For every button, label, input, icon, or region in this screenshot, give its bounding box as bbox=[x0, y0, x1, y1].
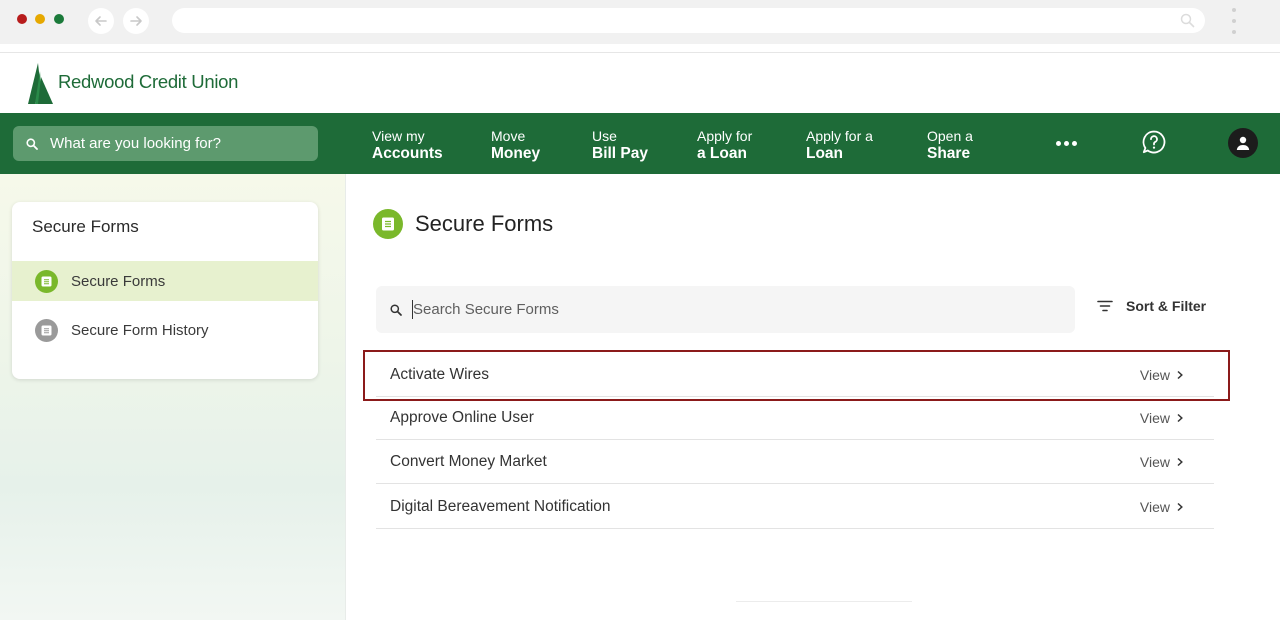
view-link[interactable]: View bbox=[1140, 367, 1184, 383]
nav-label-line2: Share bbox=[927, 145, 971, 162]
sidebar-item-secure-forms[interactable]: Secure Forms bbox=[12, 261, 318, 301]
global-search-input[interactable]: What are you looking for? bbox=[13, 126, 318, 161]
document-icon bbox=[35, 269, 58, 293]
main-navigation: What are you looking for? View my Accoun… bbox=[0, 113, 1280, 174]
global-search-placeholder: What are you looking for? bbox=[50, 135, 221, 152]
browser-menu-icon[interactable] bbox=[1230, 8, 1238, 34]
form-name: Digital Bereavement Notification bbox=[390, 497, 611, 515]
view-label: View bbox=[1139, 498, 1170, 515]
minimize-window-dot[interactable] bbox=[35, 14, 45, 24]
profile-icon[interactable] bbox=[1228, 128, 1258, 158]
nav-label-line2: a Loan bbox=[697, 145, 747, 162]
address-bar[interactable] bbox=[172, 8, 1205, 33]
nav-label-line1: View my bbox=[372, 128, 425, 144]
forward-arrow-icon[interactable] bbox=[123, 8, 149, 34]
nav-label-line2: Accounts bbox=[372, 145, 443, 162]
search-icon[interactable] bbox=[1180, 13, 1195, 28]
chevron-right-icon bbox=[1177, 457, 1183, 466]
sidebar-item-label: Secure Form History bbox=[71, 321, 209, 339]
secure-forms-search[interactable] bbox=[376, 286, 1075, 333]
user-silhouette-icon bbox=[1236, 136, 1250, 150]
form-row-digital-bereavement[interactable]: Digital Bereavement Notification View bbox=[376, 485, 1214, 529]
nav-label-line1: Apply for bbox=[697, 128, 753, 144]
form-row-activate-wires[interactable]: Activate Wires View bbox=[376, 353, 1214, 397]
view-link[interactable]: View bbox=[1140, 499, 1184, 515]
nav-label-line1: Open a bbox=[927, 128, 973, 144]
divider bbox=[0, 52, 1280, 53]
chevron-right-icon bbox=[1177, 413, 1183, 422]
more-dots-icon[interactable] bbox=[1056, 141, 1077, 146]
sidebar-item-secure-form-history[interactable]: Secure Form History bbox=[12, 310, 318, 350]
nav-apply-loan[interactable]: Apply for a Loan bbox=[697, 128, 752, 162]
help-chat-icon[interactable] bbox=[1141, 129, 1167, 155]
form-row-convert-money-market[interactable]: Convert Money Market View bbox=[376, 440, 1214, 484]
maximize-window-dot[interactable] bbox=[54, 14, 64, 24]
sort-filter-label: Sort & Filter bbox=[1126, 298, 1207, 314]
form-name: Approve Online User bbox=[390, 408, 534, 426]
form-name: Convert Money Market bbox=[390, 452, 547, 470]
search-icon bbox=[26, 137, 38, 150]
nav-view-accounts[interactable]: View my Accounts bbox=[372, 128, 443, 162]
document-icon bbox=[35, 318, 58, 342]
filter-lines-icon bbox=[1097, 300, 1113, 312]
view-label: View bbox=[1139, 453, 1170, 470]
search-input[interactable] bbox=[413, 301, 1013, 318]
search-icon bbox=[390, 303, 402, 316]
page-title: Secure Forms bbox=[415, 211, 554, 236]
sidebar-item-label: Secure Forms bbox=[71, 272, 166, 290]
chevron-right-icon bbox=[1177, 502, 1183, 511]
nav-label-line1: Move bbox=[491, 128, 526, 144]
brand-name: Redwood Credit Union bbox=[58, 71, 239, 92]
nav-apply-for-a-loan[interactable]: Apply for a Loan bbox=[806, 128, 873, 162]
nav-label-line1: Use bbox=[592, 128, 617, 144]
sort-filter-button[interactable]: Sort & Filter bbox=[1097, 298, 1206, 314]
nav-bill-pay[interactable]: Use Bill Pay bbox=[592, 128, 648, 162]
nav-label-line2: Loan bbox=[806, 145, 844, 162]
view-label: View bbox=[1139, 366, 1170, 383]
tree-logo-icon bbox=[28, 63, 53, 104]
nav-label-line2: Money bbox=[491, 145, 541, 162]
sidebar-title: Secure Forms bbox=[32, 217, 139, 236]
brand-logo[interactable]: Redwood Credit Union bbox=[28, 63, 238, 105]
form-name: Activate Wires bbox=[390, 365, 490, 383]
sidebar-card: Secure Forms Secure Forms Secure Form Hi… bbox=[12, 202, 318, 379]
view-link[interactable]: View bbox=[1140, 410, 1184, 426]
divider bbox=[736, 601, 912, 602]
nav-label-line2: Bill Pay bbox=[592, 145, 648, 162]
document-icon bbox=[373, 209, 403, 239]
view-link[interactable]: View bbox=[1140, 454, 1184, 470]
nav-open-share[interactable]: Open a Share bbox=[927, 128, 973, 162]
back-arrow-icon[interactable] bbox=[88, 8, 114, 34]
nav-move-money[interactable]: Move Money bbox=[491, 128, 540, 162]
chevron-right-icon bbox=[1177, 370, 1183, 379]
browser-toolbar bbox=[0, 0, 1280, 44]
nav-label-line1: Apply for a bbox=[806, 128, 873, 144]
form-row-approve-online-user[interactable]: Approve Online User View bbox=[376, 396, 1214, 440]
close-window-dot[interactable] bbox=[17, 14, 27, 24]
view-label: View bbox=[1139, 409, 1170, 426]
